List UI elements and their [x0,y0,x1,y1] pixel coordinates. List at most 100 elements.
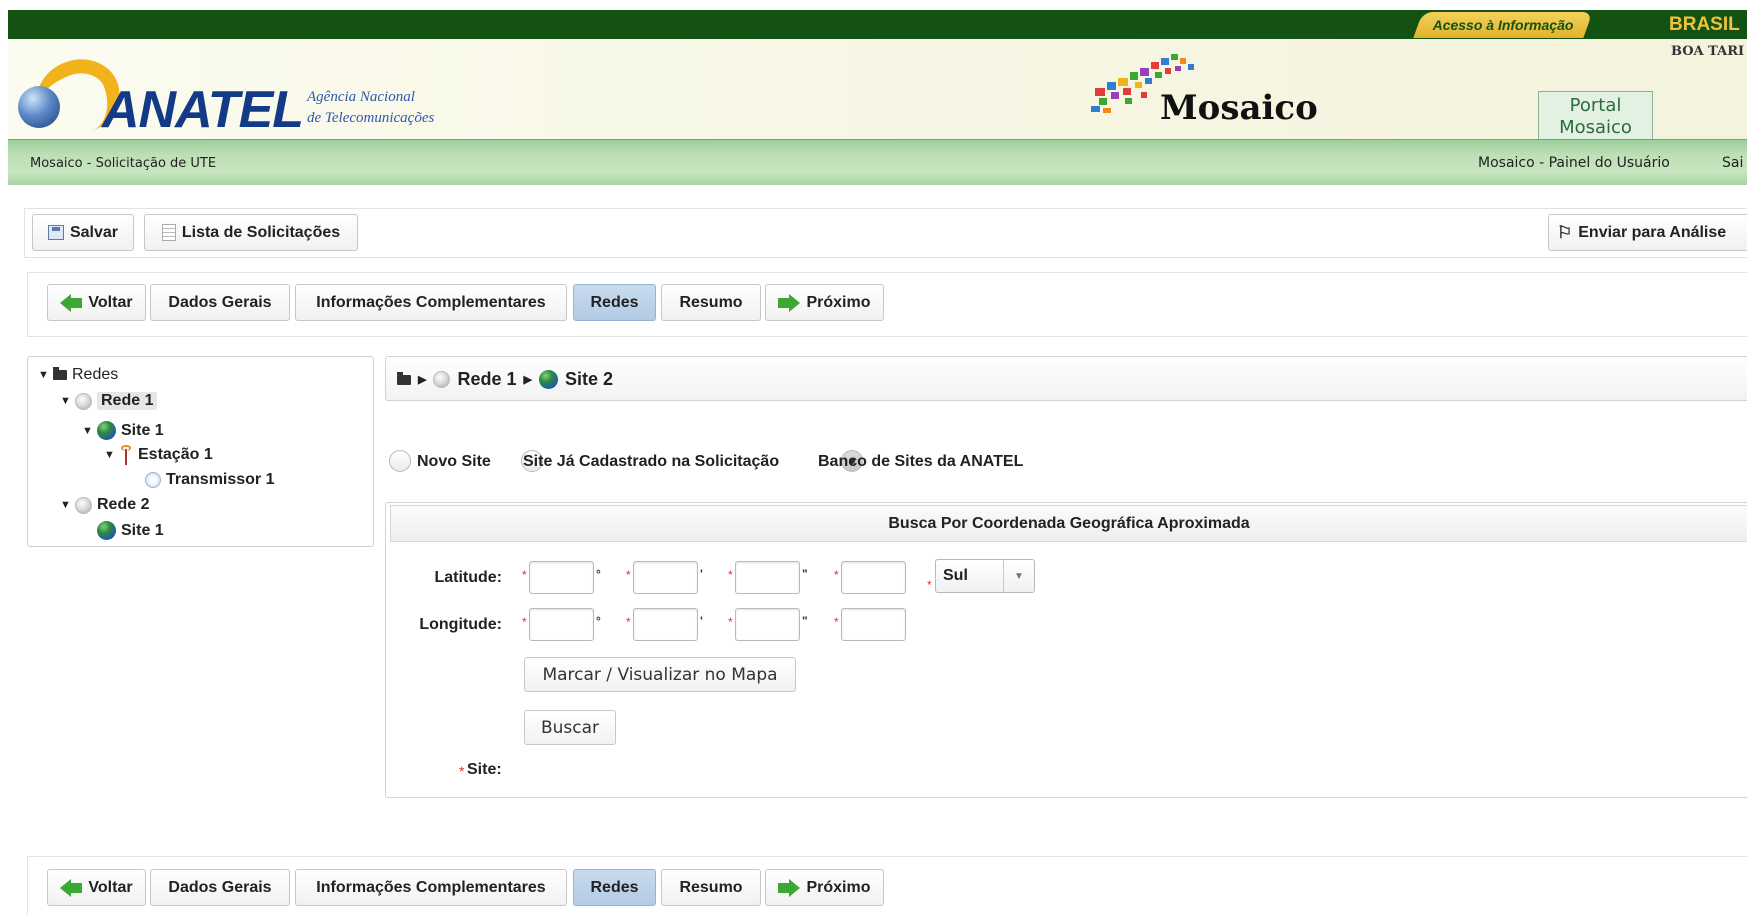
degree-unit: ° [596,614,601,628]
network-icon [75,496,92,514]
portal-tab-line1: Portal [1569,95,1622,116]
expand-triangle-icon[interactable]: ▼ [38,369,49,381]
next-button-bottom[interactable]: Próximo [765,869,884,906]
list-requests-button[interactable]: Lista de Solicitações [144,214,358,251]
app-title: Mosaico [1160,88,1318,128]
brasil-link[interactable]: BRASIL [1669,14,1740,36]
tree-node-label: Transmissor 1 [166,471,275,488]
globe-icon [97,421,116,440]
acesso-link[interactable]: Acesso à Informação [1418,12,1588,38]
antenna-icon [119,445,133,465]
tab-dados-gerais-bottom[interactable]: Dados Gerais [150,869,290,906]
latitude-minutes-input[interactable] [633,561,698,594]
radio-label-novo-site[interactable]: Novo Site [417,453,491,471]
greeting: BOA TARI [1671,44,1745,59]
chevron-right-icon: ▶ [418,374,427,386]
user-panel-link[interactable]: Mosaico - Painel do Usuário [1478,155,1670,171]
portal-mosaico-tab[interactable]: Portal Mosaico [1538,91,1653,140]
latitude-degrees-input[interactable] [529,561,594,594]
required-mark: * [459,763,465,779]
network-icon [75,392,92,410]
degree-unit: ° [596,567,601,581]
radio-label-banco-sites[interactable]: Banco de Sites da ANATEL [818,453,1023,471]
longitude-seconds-input[interactable] [735,608,800,641]
search-button[interactable]: Buscar [524,710,616,745]
send-for-analysis-button[interactable]: ⚐ Enviar para Análise [1548,214,1747,251]
folder-open-icon [397,371,411,385]
radio-novo-site[interactable] [389,450,411,472]
tab-redes[interactable]: Redes [573,284,656,321]
required-mark: * [522,568,527,582]
chevron-right-icon: ▶ [523,374,532,386]
tab-dados-gerais[interactable]: Dados Gerais [150,284,290,321]
tab-informacoes-complementares[interactable]: Informações Complementares [295,284,567,321]
longitude-minutes-input[interactable] [633,608,698,641]
folder-open-icon [53,367,67,380]
tab-label: Redes [590,878,639,896]
tab-label: Resumo [679,878,743,896]
portal-tab-line2: Mosaico [1559,117,1632,138]
list-requests-label: Lista de Solicitações [181,223,341,241]
tab-label: Resumo [679,293,743,311]
agency-name-line2: de Telecomunicações [307,110,435,126]
required-mark: * [728,568,733,582]
globe-icon [538,370,558,389]
minute-unit: ' [700,614,703,628]
tab-redes-bottom[interactable]: Redes [573,869,656,906]
tab-label: Dados Gerais [168,293,272,311]
anatel-logo-globe-icon [18,86,60,128]
second-unit: " [802,614,808,628]
tab-resumo[interactable]: Resumo [661,284,761,321]
longitude-decimal-input[interactable] [841,608,906,641]
coordinate-search-panel [385,502,1747,798]
site-label: Site: [467,761,502,778]
tree-node-rede-2[interactable]: ▼ Rede 2 [60,496,149,514]
agency-name: Agência Nacional de Telecomunicações [307,87,434,129]
next-button[interactable]: Próximo [765,284,884,321]
breadcrumb-network[interactable]: Rede 1 [457,369,516,390]
tab-resumo-bottom[interactable]: Resumo [661,869,761,906]
tab-informacoes-complementares-bottom[interactable]: Informações Complementares [295,869,567,906]
radio-label-site-cadastrado[interactable]: Site Já Cadastrado na Solicitação [523,453,779,471]
tab-label: Informações Complementares [316,878,546,896]
expand-triangle-icon[interactable]: ▼ [104,449,115,461]
arrow-left-icon [60,293,83,312]
tree-node-site-1[interactable]: ▼ Site 1 [82,421,164,440]
latitude-decimal-input[interactable] [841,561,906,594]
tree-root[interactable]: ▼ Redes [38,366,118,384]
expand-triangle-icon[interactable]: ▼ [60,395,71,407]
longitude-label: Longitude: [419,616,502,633]
latitude-seconds-input[interactable] [735,561,800,594]
tree-node-rede-2-site-1[interactable]: Site 1 [97,521,164,540]
minute-unit: ' [700,567,703,581]
expand-triangle-icon[interactable]: ▼ [82,425,93,437]
tree-node-rede-1[interactable]: ▼ Rede 1 [60,392,158,410]
second-unit: " [802,567,808,581]
hemisphere-select[interactable]: Sul ▼ [935,559,1035,593]
required-mark: * [834,568,839,582]
save-button[interactable]: Salvar [32,214,134,251]
chevron-down-icon[interactable]: ▼ [1003,560,1034,592]
site-breadcrumb: ▶ Rede 1 ▶ Site 2 [397,369,613,390]
anatel-logo: ANATEL [102,81,304,139]
breadcrumb-site[interactable]: Site 2 [565,369,613,390]
flag-icon: ⚐ [1557,222,1573,242]
save-button-label: Salvar [69,223,119,241]
logout-link[interactable]: Sai [1722,155,1743,171]
hemisphere-value: Sul [943,567,968,584]
list-icon [161,224,176,241]
tree-node-estacao-1[interactable]: ▼ Estação 1 [104,445,213,465]
agency-name-line1: Agência Nacional [307,89,415,105]
tree-node-label: Site 1 [121,521,164,539]
longitude-degrees-input[interactable] [529,608,594,641]
back-button[interactable]: Voltar [47,284,146,321]
network-icon [433,371,451,388]
send-for-analysis-label: Enviar para Análise [1578,223,1727,241]
tree-root-label: Redes [72,366,119,383]
expand-triangle-icon[interactable]: ▼ [60,499,71,511]
arrow-right-icon [778,293,801,312]
map-view-button[interactable]: Marcar / Visualizar no Mapa [524,657,796,692]
tab-label: Redes [590,293,639,311]
tree-node-transmissor-1[interactable]: Transmissor 1 [145,471,275,489]
back-button-bottom[interactable]: Voltar [47,869,146,906]
